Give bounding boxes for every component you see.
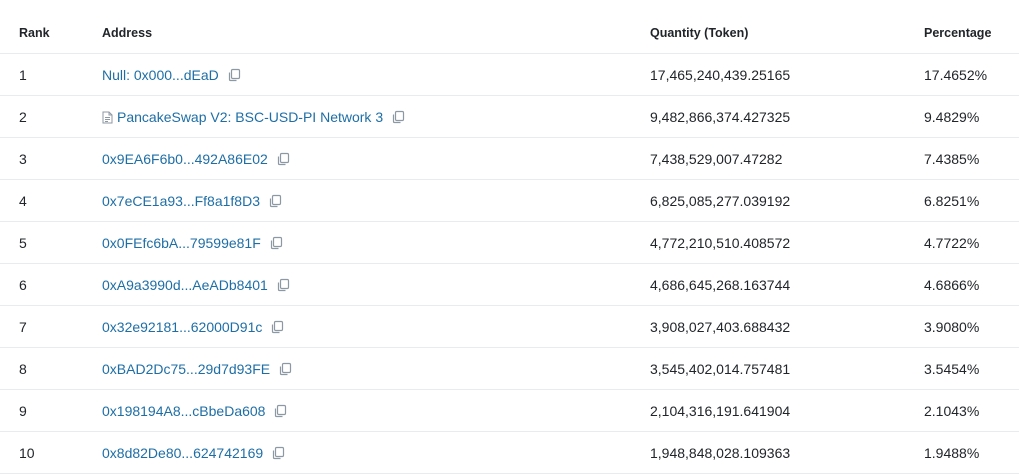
rank-cell: 6 [19,277,27,293]
address-cell: 0x198194A8...cBbeDa608 [102,403,287,419]
address-link[interactable]: 0x7eCE1a93...Ff8a1f8D3 [102,193,260,209]
table-row: 4 0x7eCE1a93...Ff8a1f8D3 6,825,085,277.039… [0,180,1019,222]
address-link[interactable]: 0x198194A8...cBbeDa608 [102,403,265,419]
quantity-cell: 4,686,645,268.163744 [650,277,791,293]
table-header: Rank Address Quantity (Token) Percentage [0,0,1019,54]
copy-icon[interactable] [276,278,290,292]
table-row: 3 0x9EA6F6b0...492A86E02 7,438,529,007.472… [0,138,1019,180]
quantity-cell: 7,438,529,007.47282 [650,151,783,167]
percentage-cell: 6.8251% [924,193,980,209]
address-cell: PancakeSwap V2: BSC-USD-PI Network 3 [102,109,405,125]
rank-cell: 10 [19,445,35,461]
address-cell: 0x32e92181...62000D91c [102,319,284,335]
percentage-cell: 1.9488% [924,445,980,461]
quantity-cell: 6,825,085,277.039192 [650,193,791,209]
copy-icon[interactable] [269,236,283,250]
quantity-cell: 2,104,316,191.641904 [650,403,791,419]
copy-icon[interactable] [270,320,284,334]
percentage-cell: 2.1043% [924,403,980,419]
address-cell: 0xA9a3990d...AeADb8401 [102,277,290,293]
copy-icon[interactable] [268,194,282,208]
percentage-cell: 7.4385% [924,151,980,167]
table-row: 7 0x32e92181...62000D91c 3,908,027,403.688… [0,306,1019,348]
header-address: Address [102,26,153,40]
table-row: 2 PancakeSwap V2: BSC-USD-PI Network 3 9,4… [0,96,1019,138]
quantity-cell: 3,908,027,403.688432 [650,319,791,335]
header-quantity: Quantity (Token) [650,26,749,40]
quantity-cell: 9,482,866,374.427325 [650,109,791,125]
table-row: 9 0x198194A8...cBbeDa608 2,104,316,191.641… [0,390,1019,432]
copy-icon[interactable] [227,68,241,82]
address-link[interactable]: Null: 0x000...dEaD [102,67,219,83]
rank-cell: 1 [19,67,27,83]
address-link[interactable]: 0x0FEfc6bA...79599e81F [102,235,261,251]
header-rank: Rank [19,26,50,40]
copy-icon[interactable] [391,110,405,124]
table-row: 1 Null: 0x000...dEaD 17,465,240,439.25165 1… [0,54,1019,96]
address-link[interactable]: 0x32e92181...62000D91c [102,319,262,335]
address-link[interactable]: PancakeSwap V2: BSC-USD-PI Network 3 [117,109,383,125]
percentage-cell: 4.6866% [924,277,980,293]
percentage-cell: 3.9080% [924,319,980,335]
copy-icon[interactable] [276,152,290,166]
percentage-cell: 3.5454% [924,361,980,377]
header-percentage: Percentage [924,26,992,40]
address-link[interactable]: 0xBAD2Dc75...29d7d93FE [102,361,270,377]
address-link[interactable]: 0xA9a3990d...AeADb8401 [102,277,268,293]
address-cell: 0x0FEfc6bA...79599e81F [102,235,283,251]
address-cell: Null: 0x000...dEaD [102,67,241,83]
percentage-cell: 17.4652% [924,67,988,83]
address-cell: 0xBAD2Dc75...29d7d93FE [102,361,292,377]
copy-icon[interactable] [278,362,292,376]
address-cell: 0x9EA6F6b0...492A86E02 [102,151,290,167]
address-link[interactable]: 0x8d82De80...624742169 [102,445,263,461]
rank-cell: 5 [19,235,27,251]
rank-cell: 8 [19,361,27,377]
table-body: 1 Null: 0x000...dEaD 17,465,240,439.25165 1… [0,54,1019,474]
copy-icon[interactable] [273,404,287,418]
quantity-cell: 1,948,848,028.109363 [650,445,791,461]
rank-cell: 7 [19,319,27,335]
quantity-cell: 17,465,240,439.25165 [650,67,791,83]
table-row: 8 0xBAD2Dc75...29d7d93FE 3,545,402,014.757… [0,348,1019,390]
table-row: 5 0x0FEfc6bA...79599e81F 4,772,210,510.408… [0,222,1019,264]
rank-cell: 3 [19,151,27,167]
copy-icon[interactable] [271,446,285,460]
document-icon [102,111,113,124]
percentage-cell: 4.7722% [924,235,980,251]
rank-cell: 9 [19,403,27,419]
rank-cell: 2 [19,109,27,125]
table-row: 10 0x8d82De80...624742169 1,948,848,028.10… [0,432,1019,474]
table-row: 6 0xA9a3990d...AeADb8401 4,686,645,268.163… [0,264,1019,306]
quantity-cell: 3,545,402,014.757481 [650,361,791,377]
quantity-cell: 4,772,210,510.408572 [650,235,791,251]
address-cell: 0x8d82De80...624742169 [102,445,285,461]
percentage-cell: 9.4829% [924,109,980,125]
rank-cell: 4 [19,193,27,209]
address-link[interactable]: 0x9EA6F6b0...492A86E02 [102,151,268,167]
holders-table: Rank Address Quantity (Token) Percentage… [0,0,1019,474]
address-cell: 0x7eCE1a93...Ff8a1f8D3 [102,193,282,209]
